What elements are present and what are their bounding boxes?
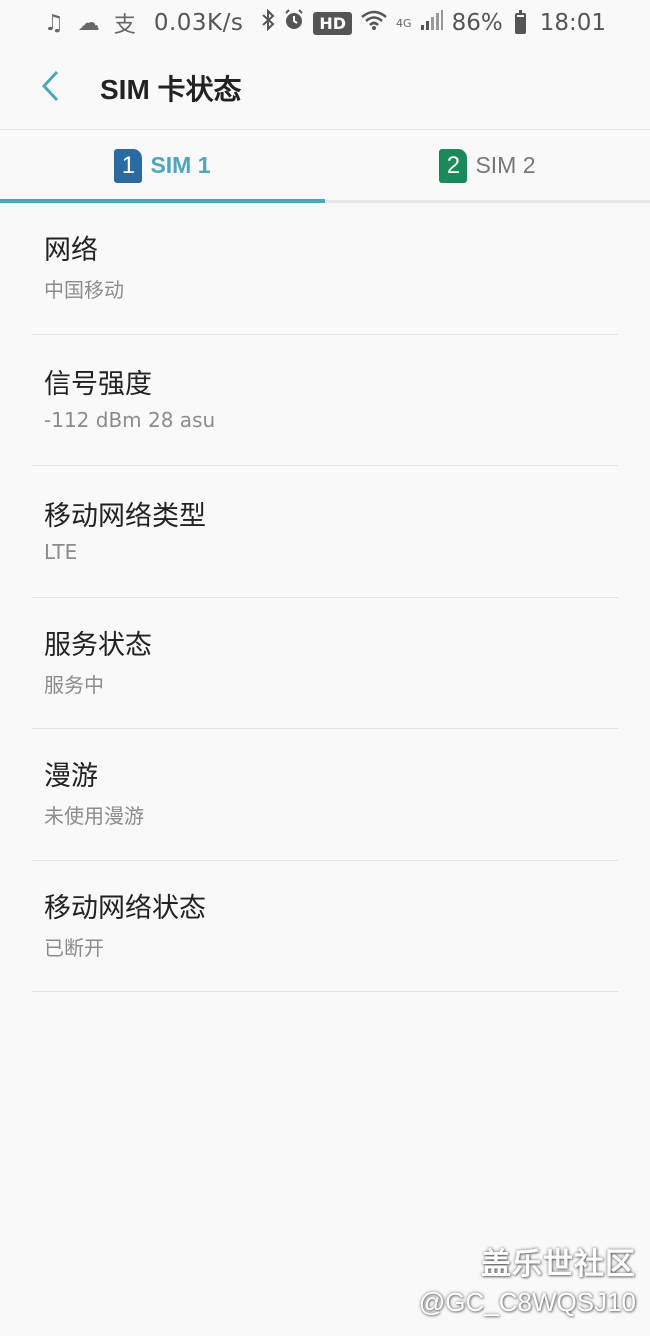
watermark-brand: 盖乐世社区 [481, 1247, 636, 1282]
alarm-icon [283, 9, 305, 37]
list-item-network: 网络 中国移动 [32, 203, 618, 335]
clock: 18:01 [539, 10, 606, 36]
sim-2-icon: 2 [439, 148, 468, 183]
app-bar: SIM 卡状态 [0, 46, 650, 130]
list-item-roaming: 漫游 未使用漫游 [32, 729, 618, 861]
item-title: 移动网络状态 [44, 892, 206, 924]
item-title: 网络 [44, 235, 98, 267]
item-value: LTE [44, 539, 78, 564]
list-item-service-state: 服务状态 服务中 [32, 598, 618, 729]
page-title: SIM 卡状态 [100, 73, 242, 105]
sim-1-icon: 1 [114, 148, 143, 183]
music-note-icon: ♫ [44, 10, 64, 36]
list-item-data-state: 移动网络状态 已断开 [32, 861, 618, 992]
tab-sim-2-label: SIM 2 [475, 152, 536, 178]
back-button[interactable] [22, 60, 78, 116]
watermark: 盖乐世社区 @GC_C8WQSJ10 [419, 1239, 636, 1318]
item-title: 移动网络类型 [44, 500, 206, 532]
bluetooth-icon [261, 8, 275, 37]
battery-percent: 86% [451, 10, 503, 36]
item-value: 已断开 [44, 935, 104, 960]
status-bar-system: 0.03K/s HD 4G 86% 18:01 [153, 8, 606, 37]
chevron-left-icon [39, 69, 61, 107]
item-title: 信号强度 [44, 369, 152, 401]
battery-fill [516, 16, 524, 32]
item-value: -112 dBm 28 asu [44, 408, 216, 433]
battery-icon [514, 9, 526, 34]
status-bar-notifications: ♫ ☁ 支 [44, 7, 136, 39]
list-item-network-type: 移动网络类型 LTE [32, 466, 618, 598]
item-value: 服务中 [44, 672, 104, 697]
sim-tabs: 1 SIM 1 2 SIM 2 [0, 131, 650, 203]
alipay-icon: 支 [113, 13, 136, 38]
list-item-signal-strength: 信号强度 -112 dBm 28 asu [32, 335, 618, 466]
item-title: 服务状态 [44, 629, 152, 661]
signal-icon [420, 9, 444, 37]
network-speed: 0.03K/s [153, 10, 244, 36]
tab-sim-1[interactable]: 1 SIM 1 [0, 131, 325, 203]
sim-status-list: 网络 中国移动 信号强度 -112 dBm 28 asu 移动网络类型 LTE … [0, 203, 650, 992]
wifi-icon [360, 9, 388, 37]
item-value: 未使用漫游 [44, 804, 144, 829]
weather-icon: ☁ [77, 10, 100, 36]
watermark-user: @GC_C8WQSJ10 [418, 1287, 636, 1317]
tab-sim-2[interactable]: 2 SIM 2 [325, 131, 650, 200]
item-title: 漫游 [44, 761, 98, 793]
item-value: 中国移动 [44, 278, 124, 303]
tab-sim-1-label: SIM 1 [150, 152, 211, 178]
network-type-label: 4G [396, 17, 412, 30]
hd-voice-badge: HD [313, 11, 353, 35]
status-bar: ♫ ☁ 支 0.03K/s HD 4G 86% 18:01 [0, 0, 650, 46]
